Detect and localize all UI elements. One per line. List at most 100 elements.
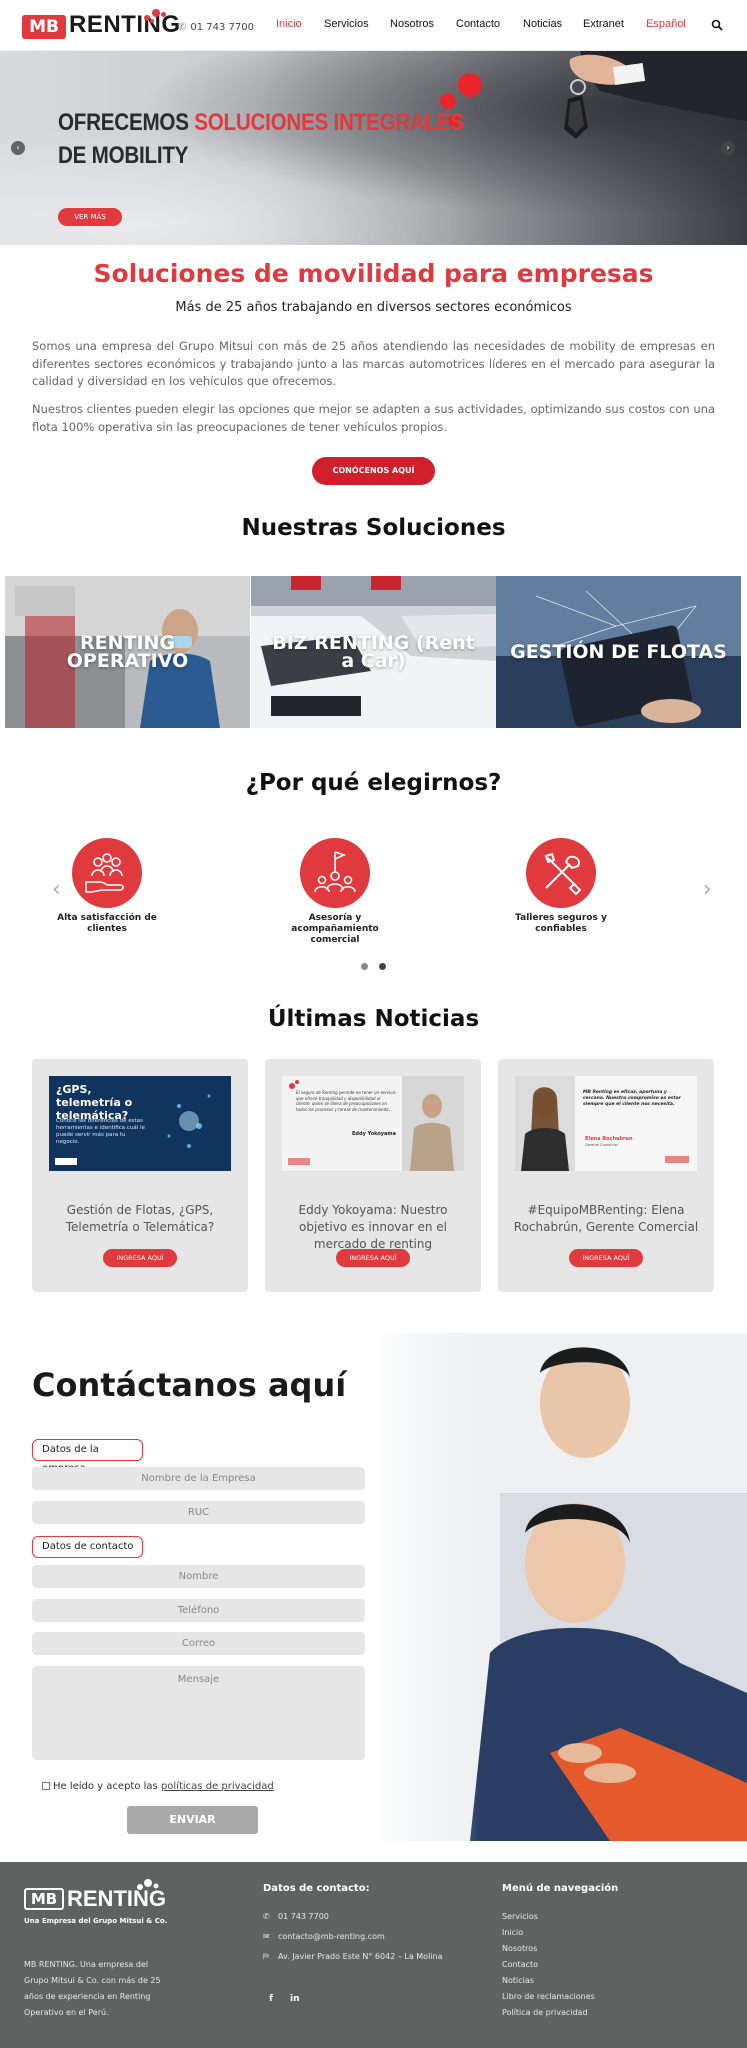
solution-gestion-flotas[interactable]: GESTIÓN DE FLOTAS bbox=[496, 576, 741, 728]
map-icon: ⛿ bbox=[263, 1952, 269, 1961]
page: MB RENTING ✆ 01 743 7700 Inicio Servicios… bbox=[0, 0, 747, 2048]
solution-renting-operativo[interactable]: RENTING OPERATIVO bbox=[5, 576, 250, 728]
footer-email[interactable]: ✉ contacto@mb-renting.com bbox=[263, 1932, 385, 1941]
intro-title: Soluciones de movilidad para empresas bbox=[93, 259, 654, 288]
nav-servicios[interactable]: Servicios bbox=[324, 18, 369, 30]
hand-with-key-image bbox=[564, 51, 747, 139]
solutions-title: Nuestras Soluciones bbox=[241, 515, 506, 541]
contact-data-group: Datos de contacto bbox=[32, 1536, 143, 1558]
why-next-arrow-icon[interactable]: › bbox=[703, 877, 712, 902]
news-title[interactable]: Eddy Yokoyama: Nuestro objetivo es innov… bbox=[275, 1202, 471, 1253]
hero-title: OFRECEMOS SOLUCIONES INTEGRALES DE MOBIL… bbox=[58, 106, 464, 172]
logo-mb: MB bbox=[22, 15, 66, 39]
why-item-workshops: Talleres seguros y confiables bbox=[496, 838, 626, 935]
footer-link-noticias[interactable]: Noticias bbox=[502, 1976, 534, 1985]
site-footer: MB RENTING Una Empresa del Grupo Mitsui … bbox=[0, 1862, 747, 2048]
company-data-group: Datos de la empresa bbox=[32, 1439, 143, 1474]
nav-language[interactable]: Español bbox=[646, 18, 686, 30]
flag-team-icon bbox=[300, 838, 370, 908]
privacy-checkbox[interactable] bbox=[42, 1782, 50, 1790]
footer-nav-heading: Menú de navegación bbox=[502, 1883, 619, 1894]
hero-title-line2: DE MOBILITY bbox=[58, 142, 189, 169]
footer-link-servicios[interactable]: Servicios bbox=[502, 1912, 538, 1921]
footer-contact-heading: Datos de contacto: bbox=[263, 1883, 370, 1894]
news-card-1: ¿GPS, telemetría o telemática? Conoce la… bbox=[32, 1059, 248, 1292]
tools-icon bbox=[526, 838, 596, 908]
mail-icon: ✉ bbox=[263, 1932, 270, 1941]
facebook-icon[interactable]: f bbox=[269, 1994, 273, 2004]
news-image-quote: MB Renting es eficaz, oportuna y cercana… bbox=[583, 1090, 681, 1107]
hand-people-icon bbox=[72, 838, 142, 908]
carousel-dot-1[interactable] bbox=[361, 963, 368, 970]
nav-extranet[interactable]: Extranet bbox=[583, 18, 624, 30]
message-textarea[interactable]: Mensaje bbox=[32, 1666, 365, 1760]
news-image-heading: ¿GPS, telemetría o telemática? bbox=[56, 1083, 133, 1122]
why-label: Talleres seguros y confiables bbox=[515, 913, 607, 934]
search-icon[interactable] bbox=[711, 19, 723, 31]
footer-link-inicio[interactable]: Inicio bbox=[502, 1928, 523, 1937]
news-title: Últimas Noticias bbox=[267, 1006, 480, 1032]
news-image-elena[interactable]: MB Renting es eficaz, oportuna y cercana… bbox=[515, 1076, 697, 1171]
news-read-button[interactable]: INGRESA AQUÍ bbox=[103, 1249, 177, 1267]
why-label: Alta satisfacción de clientes bbox=[57, 913, 157, 934]
linkedin-icon[interactable]: in bbox=[290, 1994, 300, 2004]
privacy-consent: He leído y acepto las políticas de priva… bbox=[42, 1781, 274, 1792]
news-title[interactable]: Gestión de Flotas, ¿GPS, Telemetría o Te… bbox=[42, 1202, 238, 1236]
nav-contacto[interactable]: Contacto bbox=[456, 18, 500, 30]
ruc-input[interactable]: RUC bbox=[32, 1501, 365, 1524]
news-read-button[interactable]: INGRESA AQUÍ bbox=[336, 1249, 410, 1267]
footer-phone[interactable]: ✆ 01 743 7700 bbox=[263, 1912, 329, 1921]
hero-more-button[interactable]: VER MÁS bbox=[58, 208, 122, 226]
news-card-2: El seguro de Renting permite no tener un… bbox=[265, 1059, 481, 1292]
brand-logo[interactable]: MB RENTING bbox=[22, 9, 180, 43]
news-read-button[interactable]: INGRESA AQUÍ bbox=[569, 1249, 643, 1267]
footer-about: MB RENTING. Una empresa del Grupo Mitsui… bbox=[24, 1960, 161, 2017]
contact-section: Contáctanos aquí Datos de la empresa Nom… bbox=[0, 1333, 747, 1841]
footer-link-reclamaciones[interactable]: Libro de reclamaciones bbox=[502, 1992, 595, 2001]
nav-nosotros[interactable]: Nosotros bbox=[390, 18, 434, 30]
hero-slider: OFRECEMOS SOLUCIONES INTEGRALES DE MOBIL… bbox=[0, 51, 747, 245]
hero-title-dark: OFRECEMOS bbox=[58, 109, 195, 136]
news-image-eddy[interactable]: El seguro de Renting permite no tener un… bbox=[282, 1076, 464, 1171]
footer-address-text: Av. Javier Prado Este N° 6042 – La Molin… bbox=[278, 1952, 443, 1961]
why-label: Asesoría y acompañamiento comercial bbox=[291, 913, 379, 945]
hero-title-red: SOLUCIONES INTEGRALES bbox=[194, 109, 465, 136]
site-header: MB RENTING ✆ 01 743 7700 Inicio Servicios… bbox=[0, 0, 747, 51]
footer-phone-text: 01 743 7700 bbox=[278, 1912, 329, 1921]
header-phone[interactable]: ✆ 01 743 7700 bbox=[178, 22, 254, 33]
nav-noticias[interactable]: Noticias bbox=[523, 18, 562, 30]
nav-inicio[interactable]: Inicio bbox=[276, 18, 302, 30]
footer-link-privacidad[interactable]: Política de privacidad bbox=[502, 2008, 588, 2017]
news-image-quote: El seguro de Renting permite no tener un… bbox=[296, 1090, 396, 1112]
carousel-dot-2[interactable] bbox=[379, 963, 386, 970]
footer-logo[interactable]: MB RENTING bbox=[24, 1879, 174, 1914]
news-card-3: MB Renting es eficaz, oportuna y cercana… bbox=[498, 1059, 714, 1292]
solution-biz-renting[interactable]: BIZ RENTING (Rent a Car) bbox=[251, 576, 496, 728]
news-image-text: Conoce las diferencias de estas herramie… bbox=[56, 1118, 145, 1145]
about-us-button[interactable]: CONÓCENOS AQUÍ bbox=[312, 457, 435, 485]
footer-logo-mb: MB bbox=[24, 1888, 64, 1910]
phone-input[interactable]: Teléfono bbox=[32, 1599, 365, 1622]
why-title: ¿Por qué elegirnos? bbox=[245, 770, 502, 796]
hero-prev-arrow-icon[interactable]: ‹ bbox=[11, 141, 25, 155]
news-image-gps[interactable]: ¿GPS, telemetría o telemática? Conoce la… bbox=[49, 1076, 231, 1171]
send-button[interactable]: ENVIAR bbox=[127, 1806, 258, 1834]
news-image-role: Gerente Comercial bbox=[585, 1143, 618, 1147]
footer-email-text: contacto@mb-renting.com bbox=[278, 1932, 385, 1941]
footer-link-nosotros[interactable]: Nosotros bbox=[502, 1944, 537, 1953]
logo-dots-icon bbox=[130, 5, 174, 25]
solution-label: RENTING OPERATIVO bbox=[66, 632, 189, 672]
news-image-name: Elena Rochabrun bbox=[585, 1136, 633, 1142]
company-name-input[interactable]: Nombre de la Empresa bbox=[32, 1467, 365, 1490]
hero-next-arrow-icon[interactable]: › bbox=[721, 141, 735, 155]
phone-icon: ✆ bbox=[263, 1912, 270, 1921]
why-item-advisory: Asesoría y acompañamiento comercial bbox=[270, 838, 400, 946]
footer-address: ⛿ Av. Javier Prado Este N° 6042 – La Moli… bbox=[263, 1952, 442, 1962]
email-input[interactable]: Correo bbox=[32, 1632, 365, 1655]
news-title[interactable]: #EquipoMBRenting: Elena Rochabrún, Geren… bbox=[508, 1202, 704, 1236]
header-phone-number: 01 743 7700 bbox=[190, 22, 255, 33]
footer-link-contacto[interactable]: Contacto bbox=[502, 1960, 538, 1969]
name-input[interactable]: Nombre bbox=[32, 1565, 365, 1588]
phone-icon: ✆ bbox=[178, 22, 187, 33]
privacy-policy-link[interactable]: políticas de privacidad bbox=[161, 1781, 274, 1792]
